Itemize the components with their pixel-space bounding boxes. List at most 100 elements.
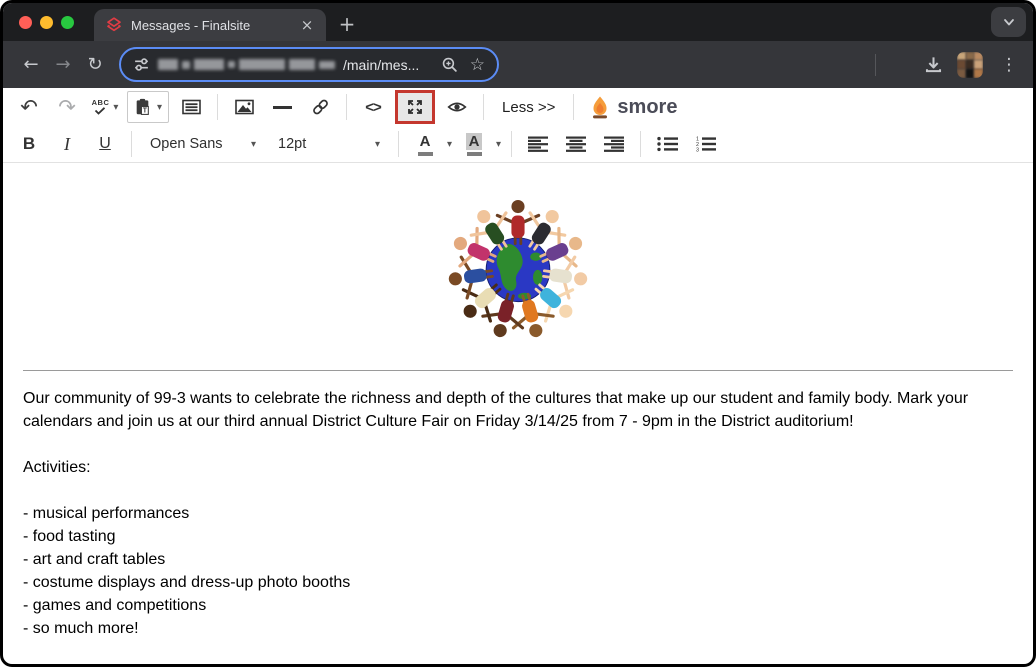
caret-icon: ▾ [375, 139, 380, 150]
activity-item: - art and craft tables [23, 548, 1013, 571]
back-button[interactable]: ← [15, 49, 47, 81]
align-left-button[interactable] [522, 129, 554, 159]
traffic-lights [3, 3, 90, 41]
toolbar-divider [346, 94, 347, 120]
tune-icon[interactable] [133, 56, 150, 73]
toolbar-divider [640, 131, 641, 157]
font-family-select[interactable]: Open Sans ▾ [142, 129, 264, 159]
minimize-window-button[interactable] [40, 16, 53, 29]
editor-toolbar-row1: ↶ ↷ ABC ▾ T ▾ [3, 88, 1033, 126]
horizontal-line-icon [273, 106, 292, 109]
underline-button[interactable]: U [89, 129, 121, 159]
align-center-icon [566, 136, 586, 152]
finalsite-favicon [106, 17, 122, 33]
toolbar-divider [483, 94, 484, 120]
tab-strip: Messages - Finalsite × + [3, 3, 1033, 41]
table-button[interactable] [175, 92, 207, 122]
font-size-select[interactable]: 12pt ▾ [270, 129, 388, 159]
text-color-icon: A [417, 133, 434, 156]
caret-icon: ▾ [251, 139, 256, 150]
activities-heading: Activities: [23, 456, 1003, 479]
url-omnibox[interactable]: /main/mes... ☆ [119, 47, 499, 82]
fullscreen-button-highlighted[interactable] [395, 90, 435, 124]
smore-flame-icon [590, 95, 610, 119]
code-view-button[interactable]: <> [357, 92, 389, 122]
bold-button[interactable]: B [13, 129, 45, 159]
message-divider [23, 370, 1013, 371]
zoom-window-button[interactable] [61, 16, 74, 29]
address-bar: ← → ↻ /main/mes... ☆ [3, 41, 1033, 88]
editor-toolbar-row2: B I U Open Sans ▾ 12pt ▾ A ▾ A ▾ [3, 126, 1033, 163]
smore-button[interactable]: smore [584, 95, 683, 119]
browser-menu-icon[interactable]: ⋮ [997, 55, 1021, 75]
close-window-button[interactable] [19, 16, 32, 29]
toolbar-divider [217, 94, 218, 120]
tab-title: Messages - Finalsite [131, 18, 289, 33]
insert-image-button[interactable] [228, 92, 260, 122]
smore-wordmark: smore [617, 96, 677, 119]
numbered-list-icon: 1 2 3 [695, 136, 716, 152]
caret-icon[interactable]: ▾ [447, 139, 452, 150]
redo-button[interactable]: ↷ [51, 92, 83, 122]
forward-button[interactable]: → [47, 49, 79, 81]
undo-button[interactable]: ↶ [13, 92, 45, 122]
url-redacted-text [158, 59, 335, 70]
caret-icon[interactable]: ▾ [496, 139, 501, 150]
align-right-icon [604, 136, 624, 152]
paste-icon: T [134, 98, 151, 116]
caret-icon: ▾ [157, 102, 162, 113]
reload-button[interactable]: ↻ [79, 49, 111, 81]
activity-item: - games and competitions [23, 594, 1013, 617]
bookmark-star-icon[interactable]: ☆ [470, 55, 485, 75]
background-color-button[interactable]: A [458, 129, 490, 159]
download-icon[interactable] [924, 55, 943, 74]
toolbar-divider [573, 94, 574, 120]
toolbar-divider [398, 131, 399, 157]
font-family-value: Open Sans [150, 136, 223, 152]
culture-fair-image[interactable] [443, 191, 593, 343]
align-right-button[interactable] [598, 129, 630, 159]
toolbar-divider [511, 131, 512, 157]
activity-item: - costume displays and dress-up photo bo… [23, 571, 1013, 594]
fullscreen-icon [406, 98, 424, 116]
insert-link-button[interactable] [304, 92, 336, 122]
zoom-icon[interactable] [441, 56, 458, 73]
bullet-list-icon [657, 136, 678, 152]
text-color-button[interactable]: A [409, 129, 441, 159]
profile-avatar[interactable] [957, 52, 983, 78]
align-center-button[interactable] [560, 129, 592, 159]
window-chevron-button[interactable] [991, 7, 1026, 37]
less-options-button[interactable]: Less >> [494, 99, 563, 116]
paste-as-text-button[interactable]: T ▾ [127, 91, 169, 123]
align-left-icon [528, 136, 548, 152]
activity-item: - so much more! [23, 617, 1013, 640]
table-icon [182, 99, 201, 115]
bullet-list-button[interactable] [651, 129, 683, 159]
spellcheck-icon: ABC [92, 99, 110, 115]
horizontal-rule-button[interactable] [266, 92, 298, 122]
editor-content-area[interactable]: Our community of 99-3 wants to celebrate… [3, 163, 1033, 664]
tab-messages-finalsite[interactable]: Messages - Finalsite × [94, 9, 326, 41]
activity-item: - musical performances [23, 502, 1013, 525]
browser-window: Messages - Finalsite × + ← → ↻ /main/mes… [0, 0, 1036, 667]
toolbar-divider [875, 54, 876, 76]
image-icon [235, 99, 254, 115]
spellcheck-button[interactable]: ABC ▾ [89, 92, 121, 122]
background-color-icon: A [466, 133, 483, 156]
intro-paragraph: Our community of 99-3 wants to celebrate… [23, 387, 1003, 433]
chevron-down-icon [1001, 14, 1017, 30]
new-tab-button[interactable]: + [332, 9, 362, 39]
preview-button[interactable] [441, 92, 473, 122]
toolbar-divider [131, 131, 132, 157]
activities-list: - musical performances- food tasting- ar… [23, 502, 1013, 640]
caret-icon: ▾ [113, 102, 118, 113]
url-visible-path: /main/mes... [343, 57, 419, 73]
font-size-value: 12pt [278, 136, 306, 152]
italic-button[interactable]: I [51, 129, 83, 159]
link-icon [311, 98, 330, 116]
numbered-list-button[interactable]: 1 2 3 [689, 129, 721, 159]
svg-text:3: 3 [696, 147, 699, 152]
eye-icon [447, 99, 467, 115]
tab-close-icon[interactable]: × [298, 16, 316, 34]
activity-item: - food tasting [23, 525, 1013, 548]
